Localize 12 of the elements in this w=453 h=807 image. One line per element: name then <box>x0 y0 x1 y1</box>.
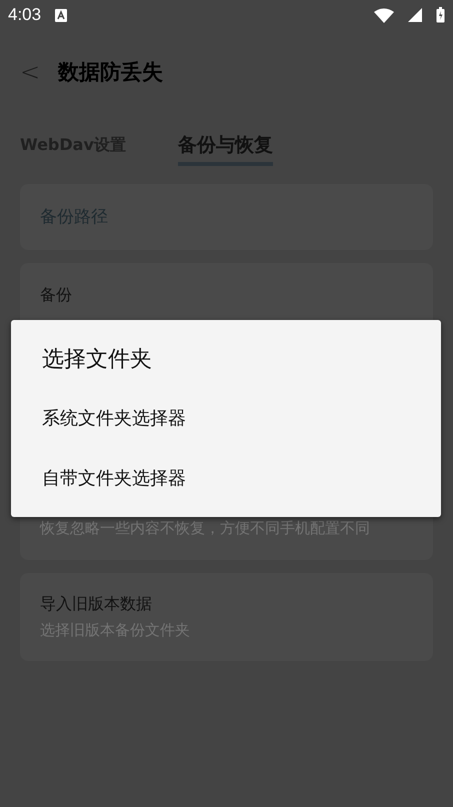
card-title: 导入旧版本数据 <box>40 594 153 615</box>
dialog-option[interactable]: 自带文件夹选择器 <box>11 448 441 508</box>
wifi-icon <box>374 8 394 22</box>
page-title: 数据防丢失 <box>58 58 164 86</box>
dialog-option[interactable]: 系统文件夹选择器 <box>11 388 441 448</box>
app-notification-icon <box>55 8 68 22</box>
signal-icon <box>408 8 422 22</box>
dialog-title: 选择文件夹 <box>41 346 153 374</box>
card-title: 备份 <box>40 285 73 306</box>
battery-icon <box>436 7 445 23</box>
status-time: 4:03 <box>8 5 42 25</box>
back-button[interactable]: < <box>20 58 40 86</box>
